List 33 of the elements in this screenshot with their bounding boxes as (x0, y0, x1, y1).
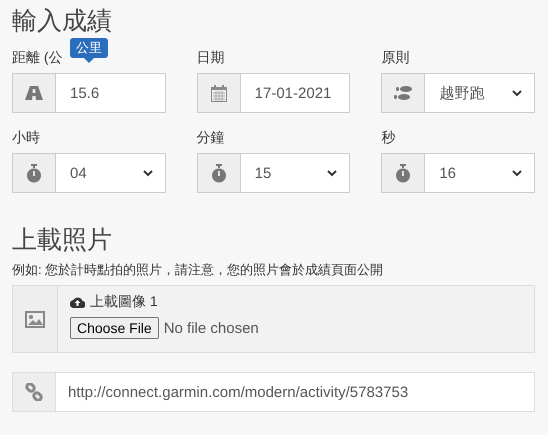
input-field[interactable]: 15.6 (56, 73, 166, 113)
calendar-icon (210, 84, 227, 102)
dropdown[interactable]: 16 (425, 153, 535, 193)
footsteps-icon (392, 85, 414, 101)
road-icon (25, 86, 43, 100)
field-label: 小時 (12, 129, 40, 147)
input-field[interactable]: 17-01-2021 (240, 73, 350, 113)
dropdown[interactable]: 04 (56, 153, 166, 193)
caret-icon (327, 170, 338, 176)
stopwatch-icon (395, 164, 412, 182)
field-label: 原則 (381, 49, 410, 67)
url-field[interactable]: http://connect.garmin.com/modern/activity/5783753 (56, 372, 535, 412)
section-heading: 上載照片 (12, 225, 113, 255)
caret-icon (142, 170, 153, 176)
cloud-upload-icon (70, 296, 85, 308)
link-icon (25, 383, 43, 401)
caret-icon (512, 170, 522, 176)
stopwatch-icon (26, 164, 42, 182)
upload-label: 上載圖像 1 (90, 293, 158, 311)
field-label: 分鐘 (196, 129, 225, 147)
field-label: 秒 (381, 129, 396, 147)
stopwatch-icon (210, 164, 227, 182)
dropdown[interactable]: 15 (240, 153, 350, 193)
image-icon (25, 310, 45, 328)
file-status: No file chosen (164, 320, 259, 336)
hint-text: 例如: 您於計時點拍的照片，請注意，您的照片會於成績頁面公開 (12, 261, 384, 279)
caret-icon (512, 90, 522, 96)
field-label: 距離 (公 (12, 49, 63, 67)
tooltip: 公里 (70, 38, 108, 63)
choose-file-button[interactable]: Choose File (70, 317, 159, 339)
field-label: 日期 (196, 49, 225, 67)
page-heading: 輸入成績 (12, 6, 113, 36)
dropdown[interactable]: 越野跑 (425, 73, 535, 113)
